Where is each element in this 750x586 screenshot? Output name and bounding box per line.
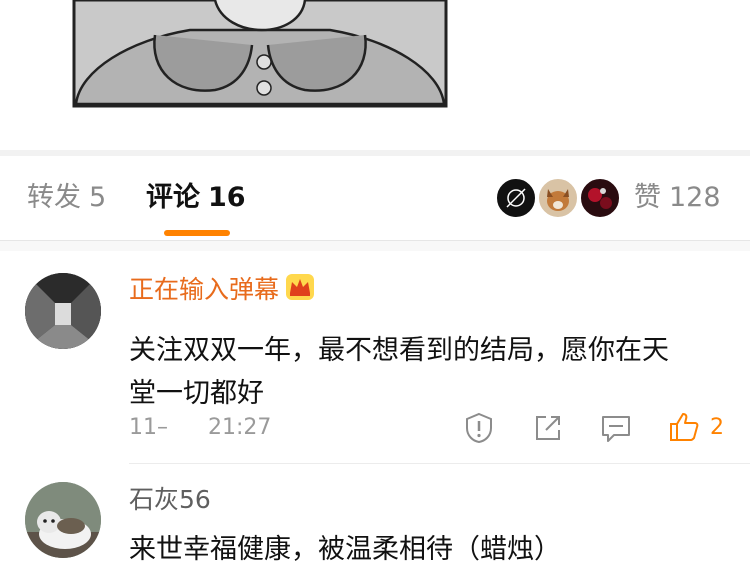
comment-date: 11– — [129, 415, 168, 440]
comment-text: 来世幸福健康，被温柔相待（蜡烛） — [129, 534, 561, 565]
illustration-drawing — [72, 0, 448, 108]
tab-comments-label: 评论 — [146, 182, 200, 213]
share-icon[interactable] — [532, 412, 564, 444]
tab-comments[interactable]: 评论 16 — [146, 180, 246, 216]
comment-time: 21:27 — [208, 415, 272, 440]
active-tab-indicator — [164, 230, 230, 236]
interaction-tabs: 转发 5 评论 16 赞 128 — [0, 156, 750, 242]
tab-repost[interactable]: 转发 5 — [27, 180, 106, 216]
crown-icon — [285, 273, 315, 309]
comment-meta: 11– 21:27 — [129, 413, 271, 443]
tab-repost-label: 转发 — [27, 182, 81, 213]
tab-likes[interactable]: 赞 128 — [634, 180, 721, 216]
reply-icon[interactable] — [600, 412, 632, 444]
avatar[interactable] — [25, 482, 101, 558]
tab-likes-label: 赞 — [634, 182, 661, 213]
comment-divider — [129, 463, 750, 464]
post-illustration — [0, 0, 750, 150]
tab-likes-count: 128 — [669, 182, 721, 213]
avatar[interactable] — [25, 273, 101, 349]
comment-like-count: 2 — [710, 415, 724, 440]
liker-avatar — [496, 178, 536, 218]
username-text: 正在输入弹幕 — [129, 275, 280, 304]
tab-comments-count: 16 — [208, 182, 246, 213]
comment-text: 关注双双一年，最不想看到的结局，愿你在天堂一切都好 — [129, 335, 669, 409]
comment-username[interactable]: 正在输入弹幕 — [129, 273, 315, 309]
liker-avatar — [580, 178, 620, 218]
tab-repost-count: 5 — [89, 182, 107, 213]
like-thumb-icon[interactable] — [668, 411, 700, 443]
list-gap — [0, 241, 750, 251]
report-icon[interactable] — [463, 412, 495, 444]
liker-avatar — [538, 178, 578, 218]
comment-username[interactable]: 石灰56 — [129, 484, 211, 516]
